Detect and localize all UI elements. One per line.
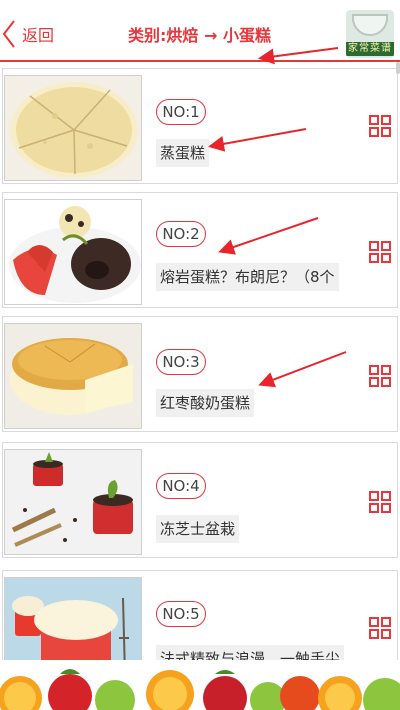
- recipe-list[interactable]: NO:1 蒸蛋糕 NO:2 熔岩蛋糕？布朗尼？（8个 NO:3 红枣酸奶蛋糕 N…: [0, 62, 400, 660]
- list-item[interactable]: NO:4 冻芝士盆栽: [2, 442, 398, 558]
- grid-icon[interactable]: [369, 365, 391, 387]
- fruit-banner: [0, 660, 400, 710]
- app-header: 返回 类别:烘焙 → 小蛋糕 家常菜谱: [0, 0, 400, 62]
- back-label: 返回: [22, 26, 55, 45]
- item-number-badge: NO:2: [156, 221, 206, 247]
- item-number-badge: NO:4: [156, 473, 206, 499]
- item-name[interactable]: 冻芝士盆栽: [156, 515, 240, 543]
- list-item[interactable]: NO:3 红枣酸奶蛋糕: [2, 316, 398, 432]
- item-name[interactable]: 熔岩蛋糕？布朗尼？（8个: [156, 263, 339, 291]
- grid-icon[interactable]: [369, 115, 391, 137]
- grid-icon[interactable]: [369, 241, 391, 263]
- app-logo[interactable]: 家常菜谱: [346, 10, 394, 58]
- logo-text: 家常菜谱: [346, 42, 394, 56]
- back-button[interactable]: 返回: [2, 18, 54, 50]
- item-name[interactable]: 蒸蛋糕: [156, 139, 210, 167]
- grid-icon[interactable]: [369, 617, 391, 639]
- item-name[interactable]: 法式精致与浪漫，一触手尖: [156, 645, 345, 660]
- page-title: 类别:烘焙 → 小蛋糕: [128, 26, 271, 45]
- item-number-badge: NO:5: [156, 601, 206, 627]
- item-number-badge: NO:1: [156, 99, 206, 125]
- item-number-badge: NO:3: [156, 349, 206, 375]
- list-item[interactable]: NO:1 蒸蛋糕: [2, 68, 398, 184]
- recipe-thumbnail[interactable]: [4, 323, 142, 429]
- list-item[interactable]: NO:2 熔岩蛋糕？布朗尼？（8个: [2, 192, 398, 308]
- recipe-thumbnail[interactable]: [4, 199, 142, 305]
- item-name[interactable]: 红枣酸奶蛋糕: [156, 389, 255, 417]
- bowl-icon: [352, 14, 388, 36]
- scrollbar[interactable]: [396, 62, 400, 74]
- recipe-thumbnail[interactable]: [4, 75, 142, 181]
- grid-icon[interactable]: [369, 491, 391, 513]
- list-item[interactable]: NO:5 法式精致与浪漫，一触手尖: [2, 570, 398, 660]
- recipe-thumbnail[interactable]: [4, 449, 142, 555]
- recipe-thumbnail[interactable]: [4, 577, 142, 660]
- chevron-left-icon: [2, 20, 15, 48]
